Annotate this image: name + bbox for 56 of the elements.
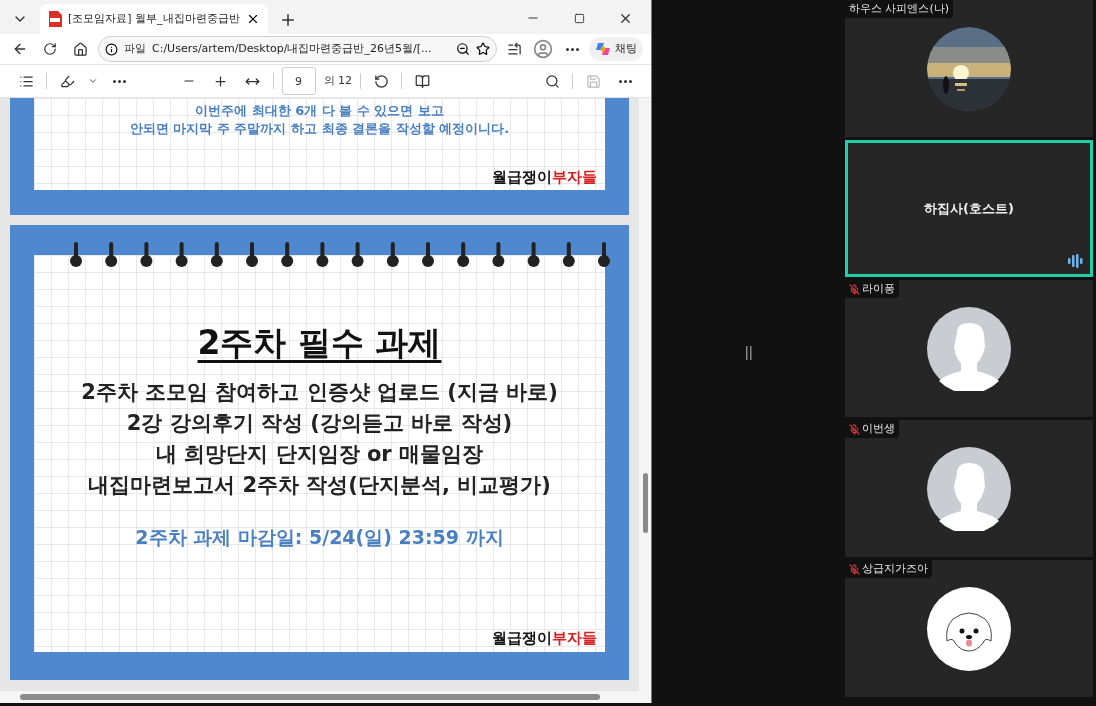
page-number-field[interactable]: 9 — [281, 67, 316, 95]
logo-text: 부자들 — [552, 627, 597, 649]
participant-tile[interactable]: 하우스 사피엔스(나) — [845, 0, 1093, 137]
pdf-file-icon — [48, 11, 62, 27]
search-icon — [544, 73, 560, 89]
participant-name: 이번생 — [862, 420, 895, 437]
logo-text: 부자들 — [552, 166, 597, 188]
address-bar[interactable]: 파일 C:/Users/artem/Desktop/내집마련중급반_26년5월/[... — [98, 36, 497, 62]
home-icon — [72, 41, 88, 57]
scheme-label: 파일 — [124, 40, 146, 57]
rotate-icon — [373, 73, 389, 89]
highlight-menu-icon — [88, 76, 98, 86]
back-icon — [12, 41, 28, 57]
more-options-icon — [618, 79, 632, 83]
participant-name: 하우스 사피엔스(나) — [849, 0, 950, 17]
task-text: 내집마련보고서 2주차 작성(단지분석, 비교평가) — [88, 472, 551, 499]
copilot-icon — [595, 41, 611, 57]
notice-text: 안되면 마지막 주 주말까지 하고 최종 결론을 작성할 예정이니다. — [128, 120, 511, 138]
tab-title: [조모임자료] 월부_내집마련중급반 — [68, 10, 240, 27]
participant-tile[interactable]: 하집사(호스트) — [845, 140, 1093, 277]
more-icon — [565, 47, 579, 51]
zoom-out-icon[interactable] — [456, 42, 470, 56]
more-tools-icon — [112, 79, 126, 83]
vertical-scrollbar[interactable] — [639, 98, 651, 691]
task-text: 내 희망단지 단지임장 or 매물임장 — [156, 441, 483, 468]
notice-text: 이번주에 최대한 6개 다 볼 수 있으면 보고 — [194, 102, 445, 120]
profile-button[interactable] — [531, 37, 555, 61]
browser-tab[interactable]: [조모임자료] 월부_내집마련중급반 — [40, 4, 268, 34]
audio-level-icon — [1068, 254, 1084, 268]
task-text: 2주차 조모임 참여하고 인증샷 업로드 (지금 바로) — [81, 379, 558, 406]
maximize-icon — [573, 12, 585, 24]
info-icon — [105, 42, 118, 56]
logo-text: 월급쟁이 — [492, 166, 552, 188]
url-text: C:/Users/artem/Desktop/내집마련중급반_26년5월/[... — [152, 40, 433, 57]
save-icon — [585, 73, 601, 89]
favorites-icon — [506, 41, 522, 57]
participant-name: 하집사(호스트) — [924, 199, 1014, 218]
refresh-icon — [43, 42, 57, 56]
participant-name: 상급지가즈아 — [862, 560, 928, 577]
splitter-handle-icon[interactable] — [745, 346, 752, 360]
page-view-icon — [414, 73, 430, 89]
profile-icon — [533, 39, 553, 59]
zoom-in-icon — [213, 73, 228, 89]
highlight-icon — [59, 73, 75, 89]
page-total: 의 12 — [323, 72, 352, 89]
copilot-button[interactable]: 채팅 — [589, 37, 643, 61]
participant-tile[interactable]: 상급지가즈아 — [845, 560, 1093, 697]
star-icon[interactable] — [476, 42, 490, 56]
participant-name: 라이퐁 — [862, 280, 895, 297]
participant-tile[interactable]: 라이퐁 — [845, 280, 1093, 417]
task-text: 2강 강의후기 작성 (강의듣고 바로 작성) — [126, 410, 513, 437]
slide-title: 2주차 필수 과제 — [197, 323, 442, 363]
contents-icon — [18, 73, 34, 89]
participant-tile[interactable]: 이번생 — [845, 420, 1093, 557]
deadline-text: 2주차 과제 마감일: 5/24(일) 23:59 까지 — [135, 525, 504, 550]
logo-text: 월급쟁이 — [492, 627, 552, 649]
